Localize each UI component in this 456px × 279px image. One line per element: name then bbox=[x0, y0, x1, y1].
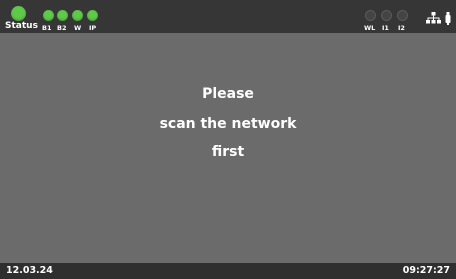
led-b2 bbox=[57, 10, 68, 21]
status-bar: Status B1 B2 W IP WL I1 I2 bbox=[0, 0, 456, 33]
usb-icon bbox=[445, 12, 451, 25]
status-led bbox=[11, 6, 26, 21]
led-b1 bbox=[43, 10, 54, 21]
led-wl bbox=[365, 10, 376, 21]
status-label: Status bbox=[5, 21, 38, 31]
main-panel: Please scan the network first bbox=[0, 33, 456, 263]
footer-bar: 12.03.24 09:27:27 bbox=[0, 263, 456, 279]
date-display: 12.03.24 bbox=[6, 265, 53, 276]
led-ip bbox=[87, 10, 98, 21]
led-wl-label: WL bbox=[364, 24, 376, 32]
led-w bbox=[72, 10, 83, 21]
led-i2-label: I2 bbox=[398, 24, 405, 32]
network-icon bbox=[426, 12, 441, 24]
led-i1 bbox=[381, 10, 392, 21]
led-b1-label: B1 bbox=[42, 24, 52, 32]
led-b2-label: B2 bbox=[57, 24, 67, 32]
led-i1-label: I1 bbox=[382, 24, 389, 32]
led-w-label: W bbox=[74, 24, 82, 32]
led-ip-label: IP bbox=[89, 24, 97, 32]
message-line-1: Please bbox=[202, 86, 254, 102]
message-line-2: scan the network bbox=[159, 116, 297, 132]
led-i2 bbox=[397, 10, 408, 21]
time-display: 09:27:27 bbox=[402, 265, 450, 276]
message-line-3: first bbox=[211, 144, 245, 160]
